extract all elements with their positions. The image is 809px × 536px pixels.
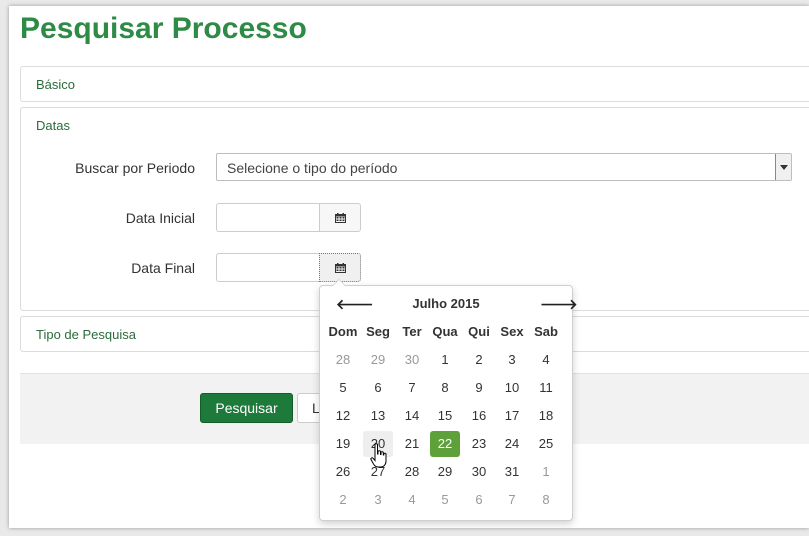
calendar-day[interactable]: 2 <box>464 347 494 373</box>
calendar-day[interactable]: 8 <box>531 487 561 513</box>
data-inicial-input[interactable] <box>216 203 320 232</box>
calendar-day[interactable]: 21 <box>397 431 427 457</box>
calendar-day[interactable]: 30 <box>464 459 494 485</box>
calendar-day[interactable]: 9 <box>464 375 494 401</box>
next-month-arrow-icon[interactable]: 🡒 <box>540 296 578 313</box>
calendar-day[interactable]: 15 <box>430 403 460 429</box>
section-tipo-pesquisa-label: Tipo de Pesquisa <box>36 327 136 342</box>
datepicker-popup: 🡐 Julho 2015 🡒 Dom Seg Ter Qua Qui Sex Sab 28 2… <box>319 279 578 521</box>
calendar-day[interactable]: 6 <box>363 375 393 401</box>
calendar-day[interactable]: 4 <box>531 347 561 373</box>
calendar-day[interactable]: 30 <box>397 347 427 373</box>
datepicker-month-title[interactable]: Julho 2015 <box>380 296 512 311</box>
data-final-calendar-button[interactable] <box>319 253 361 282</box>
weekday-header: Seg <box>366 324 390 339</box>
calendar-day[interactable]: 5 <box>430 487 460 513</box>
calendar-day[interactable]: 13 <box>363 403 393 429</box>
periodo-select[interactable]: Selecione o tipo do período <box>216 153 792 181</box>
data-final-input[interactable] <box>216 253 320 282</box>
calendar-day[interactable]: 31 <box>497 459 527 485</box>
calendar-day[interactable]: 12 <box>328 403 358 429</box>
calendar-day[interactable]: 16 <box>464 403 494 429</box>
data-inicial-calendar-button[interactable] <box>319 203 361 232</box>
calendar-day[interactable]: 10 <box>497 375 527 401</box>
data-inicial-label: Data Inicial <box>125 210 195 226</box>
calendar-day[interactable]: 28 <box>328 347 358 373</box>
weekday-header: Sex <box>500 324 524 339</box>
calendar-day[interactable]: 18 <box>531 403 561 429</box>
periodo-label: Buscar por Periodo <box>75 160 195 176</box>
datepicker-caret <box>332 279 346 286</box>
calendar-day[interactable]: 28 <box>397 459 427 485</box>
section-basico-label: Básico <box>36 77 76 92</box>
calendar-day[interactable]: 5 <box>328 375 358 401</box>
weekday-header: Qua <box>432 324 458 339</box>
page-frame: Pesquisar Processo Básico Datas Buscar p… <box>9 6 809 528</box>
calendar-day[interactable]: 6 <box>464 487 494 513</box>
calendar-day[interactable]: 7 <box>397 375 427 401</box>
calendar-day[interactable]: 24 <box>497 431 527 457</box>
calendar-day[interactable]: 29 <box>363 347 393 373</box>
section-datas[interactable]: Datas <box>20 107 809 143</box>
calendar-day[interactable]: 25 <box>531 431 561 457</box>
weekday-header: Dom <box>328 324 358 339</box>
calendar-day[interactable]: 11 <box>531 375 561 401</box>
calendar-day[interactable]: 3 <box>497 347 527 373</box>
weekday-header: Qui <box>468 324 490 339</box>
calendar-day[interactable]: 17 <box>497 403 527 429</box>
hand-pointer-icon <box>370 443 387 468</box>
calendar-day[interactable]: 19 <box>328 431 358 457</box>
calendar-day[interactable]: 7 <box>497 487 527 513</box>
calendar-icon <box>335 263 346 273</box>
periodo-select-value: Selecione o tipo do período <box>227 160 398 176</box>
weekday-header: Ter <box>402 324 422 339</box>
pesquisar-button[interactable]: Pesquisar <box>200 393 293 423</box>
calendar-day[interactable]: 4 <box>397 487 427 513</box>
calendar-day[interactable]: 29 <box>430 459 460 485</box>
weekday-header: Sab <box>534 324 558 339</box>
calendar-day[interactable]: 8 <box>430 375 460 401</box>
calendar-day[interactable]: 1 <box>531 459 561 485</box>
calendar-icon <box>335 213 346 223</box>
calendar-day[interactable]: 23 <box>464 431 494 457</box>
chevron-down-icon[interactable] <box>775 154 791 180</box>
prev-month-arrow-icon[interactable]: 🡐 <box>336 296 374 313</box>
calendar-day[interactable]: 1 <box>430 347 460 373</box>
calendar-day[interactable]: 14 <box>397 403 427 429</box>
calendar-day[interactable]: 22 <box>430 431 460 457</box>
section-datas-label: Datas <box>36 118 70 133</box>
calendar-day[interactable]: 3 <box>363 487 393 513</box>
calendar-day[interactable]: 2 <box>328 487 358 513</box>
page-title: Pesquisar Processo <box>20 12 307 45</box>
data-final-label: Data Final <box>131 260 195 276</box>
section-basico[interactable]: Básico <box>20 66 809 102</box>
calendar-day[interactable]: 26 <box>328 459 358 485</box>
